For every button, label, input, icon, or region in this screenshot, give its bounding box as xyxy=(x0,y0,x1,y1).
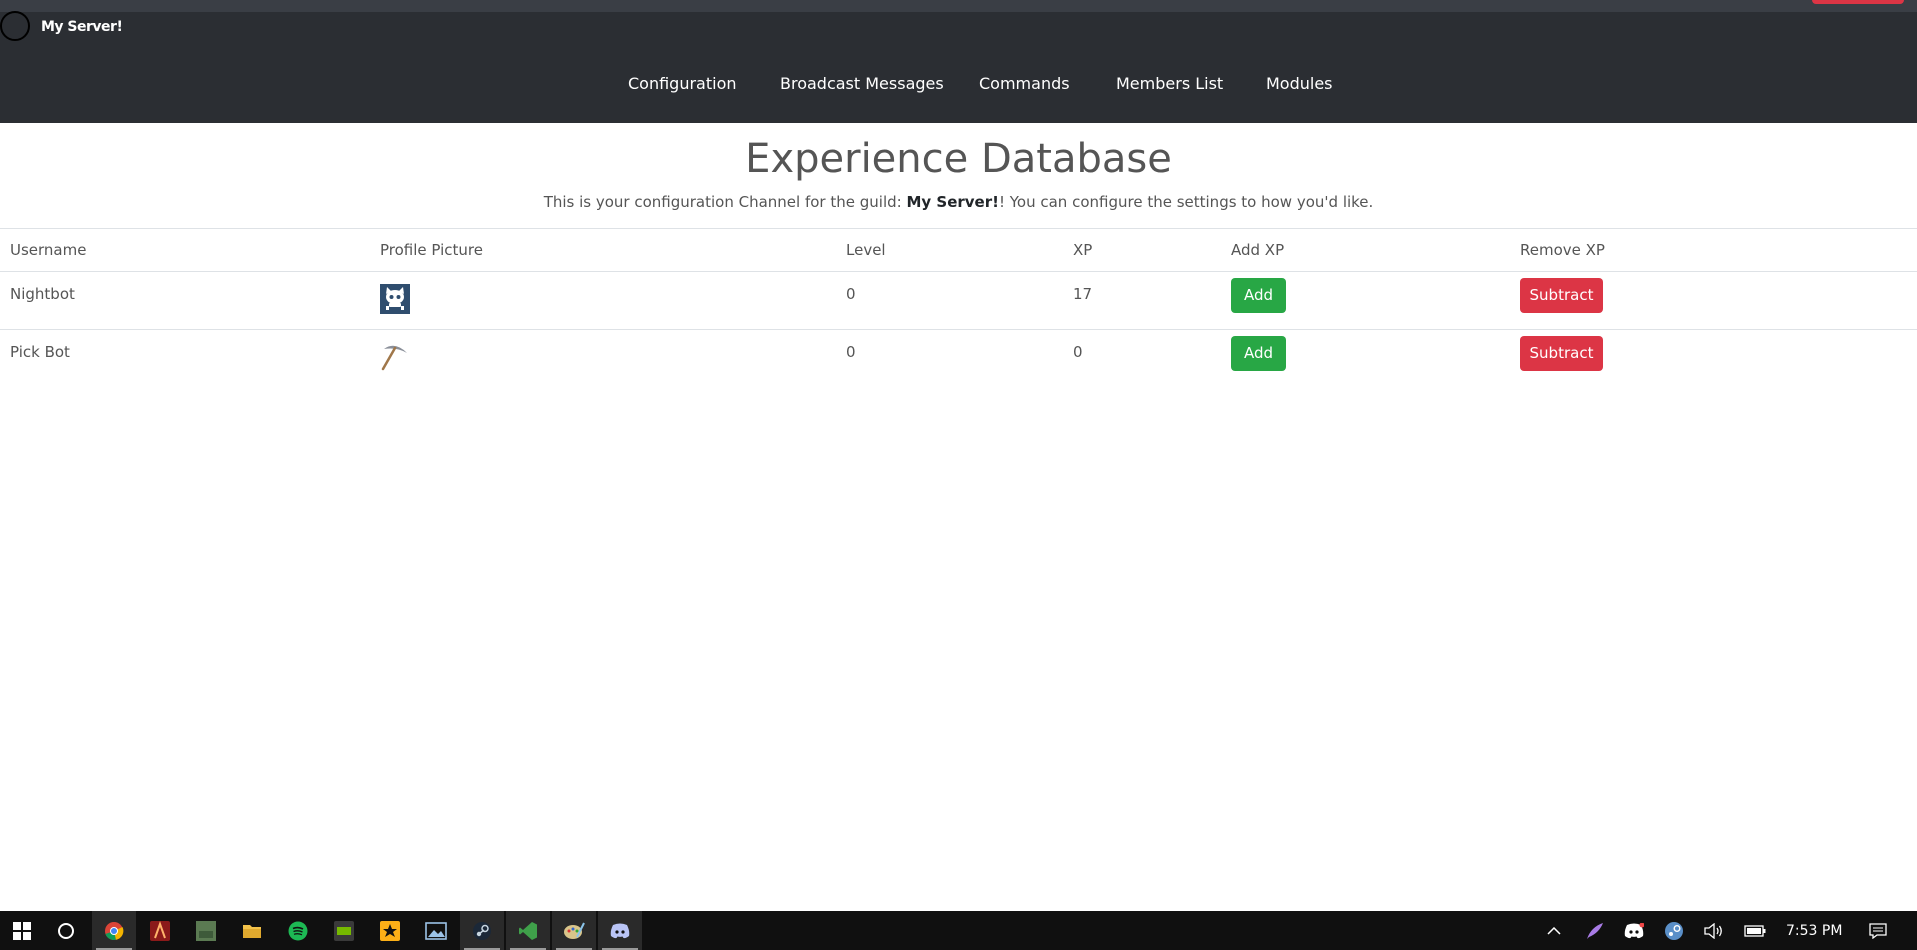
table-header-row: Username Profile Picture Level XP Add XP… xyxy=(0,228,1917,272)
discord-tray-icon[interactable] xyxy=(1622,911,1646,950)
subtitle-suffix: ! You can configure the settings to how … xyxy=(998,193,1374,211)
steam-icon[interactable] xyxy=(460,911,504,950)
add-xp-cell: Add xyxy=(1221,272,1510,330)
taskbar-clock[interactable]: 7:53 PM xyxy=(1786,923,1842,939)
column-header-add-xp: Add XP xyxy=(1231,241,1285,259)
nav-configuration[interactable]: Configuration xyxy=(628,74,737,93)
navbar: My Server! Configuration Broadcast Messa… xyxy=(0,0,1917,123)
experience-table: Username Profile Picture Level XP Add XP… xyxy=(0,228,1917,388)
subtract-xp-button[interactable]: Subtract xyxy=(1520,336,1603,371)
app-a-icon[interactable] xyxy=(138,911,182,950)
pickaxe-avatar-icon xyxy=(381,345,407,371)
level-cell: 0 xyxy=(846,285,856,303)
nav-broadcast-messages[interactable]: Broadcast Messages xyxy=(780,74,944,93)
table-row: Pick Bot 0 0 Add Subtract xyxy=(0,329,1917,388)
visual-studio-icon[interactable] xyxy=(506,911,550,950)
guild-name: My Server! xyxy=(906,193,999,211)
show-hidden-icons-chevron-icon[interactable] xyxy=(1543,911,1565,950)
rockstar-icon[interactable] xyxy=(368,911,412,950)
table-row: Nightbot 0 17 Add Subtract xyxy=(0,271,1917,330)
file-explorer-icon[interactable] xyxy=(230,911,274,950)
nvidia-icon[interactable] xyxy=(322,911,366,950)
xp-cell: 0 xyxy=(1073,343,1083,361)
browser-strip xyxy=(0,0,1917,12)
server-name[interactable]: My Server! xyxy=(41,19,123,35)
cortana-icon[interactable] xyxy=(44,911,88,950)
nav-members-list[interactable]: Members List xyxy=(1116,74,1223,93)
windows-start-icon[interactable] xyxy=(0,911,44,950)
add-xp-button[interactable]: Add xyxy=(1231,278,1286,313)
username-cell: Pick Bot xyxy=(10,343,70,361)
add-xp-cell: Add xyxy=(1221,330,1510,388)
column-header-remove-xp: Remove XP xyxy=(1520,241,1605,259)
spotify-icon[interactable] xyxy=(276,911,320,950)
profile-picture-cell xyxy=(370,330,836,388)
xp-cell: 17 xyxy=(1073,285,1093,303)
action-center-icon[interactable] xyxy=(1866,911,1890,950)
remove-xp-cell: Subtract xyxy=(1510,272,1917,330)
page-title: Experience Database xyxy=(745,136,1172,182)
subtract-xp-button[interactable]: Subtract xyxy=(1520,278,1603,313)
main-nav: Configuration Broadcast Messages Command… xyxy=(0,74,1917,96)
experience-table-wrap: Username Profile Picture Level XP Add XP… xyxy=(0,228,1917,388)
feather-tray-icon[interactable] xyxy=(1583,911,1607,950)
profile-picture-cell xyxy=(370,272,836,330)
subtitle-prefix: This is your configuration Channel for t… xyxy=(543,193,907,211)
level-cell: 0 xyxy=(846,343,856,361)
add-xp-button[interactable]: Add xyxy=(1231,336,1286,371)
nav-modules[interactable]: Modules xyxy=(1266,74,1333,93)
volume-icon[interactable] xyxy=(1702,911,1726,950)
column-header-level: Level xyxy=(846,241,886,259)
taskbar: 7:53 PM xyxy=(0,911,1917,950)
server-avatar-icon[interactable] xyxy=(0,11,30,41)
logout-button[interactable] xyxy=(1812,0,1904,4)
column-header-profile-picture: Profile Picture xyxy=(380,241,483,259)
chrome-icon[interactable] xyxy=(92,911,136,950)
nightbot-avatar-icon xyxy=(380,284,410,314)
remove-xp-cell: Subtract xyxy=(1510,330,1917,388)
username-cell: Nightbot xyxy=(10,285,75,303)
photo-app-icon[interactable] xyxy=(184,911,228,950)
column-header-username: Username xyxy=(10,241,87,259)
nav-commands[interactable]: Commands xyxy=(979,74,1070,93)
photos-icon[interactable] xyxy=(414,911,458,950)
steam-tray-icon[interactable] xyxy=(1662,911,1686,950)
column-header-xp: XP xyxy=(1073,241,1093,259)
battery-icon[interactable] xyxy=(1743,911,1767,950)
paint-icon[interactable] xyxy=(552,911,596,950)
discord-icon[interactable] xyxy=(598,911,642,950)
page-subtitle: This is your configuration Channel for t… xyxy=(0,193,1917,211)
